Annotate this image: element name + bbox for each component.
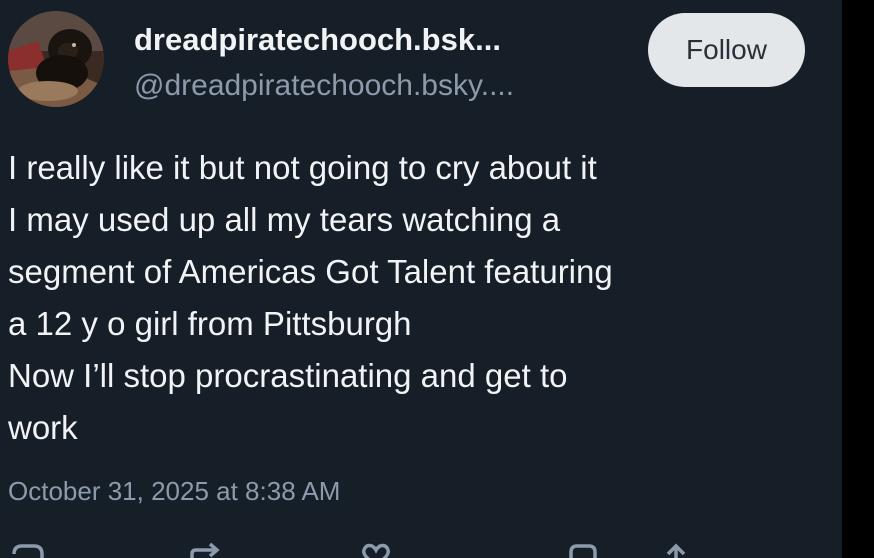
bookmark-icon[interactable] bbox=[563, 540, 603, 558]
post-panel: dreadpiratechooch.bsk... @dreadpiratecho… bbox=[0, 0, 842, 558]
post-text-line: I may used up all my tears watching a bbox=[8, 201, 561, 238]
post-text-line: Now I’ll stop procrastinating and get to bbox=[8, 357, 568, 394]
reply-icon[interactable] bbox=[8, 540, 48, 558]
dog-photo-icon bbox=[8, 11, 104, 107]
post-text-line: a 12 y o girl from Pittsburgh bbox=[8, 305, 412, 342]
post-timestamp[interactable]: October 31, 2025 at 8:38 AM bbox=[8, 476, 340, 507]
author-display-name[interactable]: dreadpiratechooch.bsk... bbox=[134, 22, 501, 58]
post-text-line: segment of Americas Got Talent featuring bbox=[8, 253, 613, 290]
window-edge bbox=[842, 0, 874, 558]
post-text: I really like it but not going to cry ab… bbox=[8, 142, 838, 454]
post-text-line: work bbox=[8, 409, 78, 446]
follow-button[interactable]: Follow bbox=[648, 13, 805, 87]
share-icon[interactable] bbox=[656, 540, 696, 558]
avatar[interactable] bbox=[8, 11, 104, 107]
heart-icon[interactable] bbox=[356, 540, 396, 558]
post-text-line: I really like it but not going to cry ab… bbox=[8, 149, 597, 186]
author-handle[interactable]: @dreadpiratechooch.bsky.... bbox=[134, 69, 514, 103]
repost-icon[interactable] bbox=[186, 540, 226, 558]
